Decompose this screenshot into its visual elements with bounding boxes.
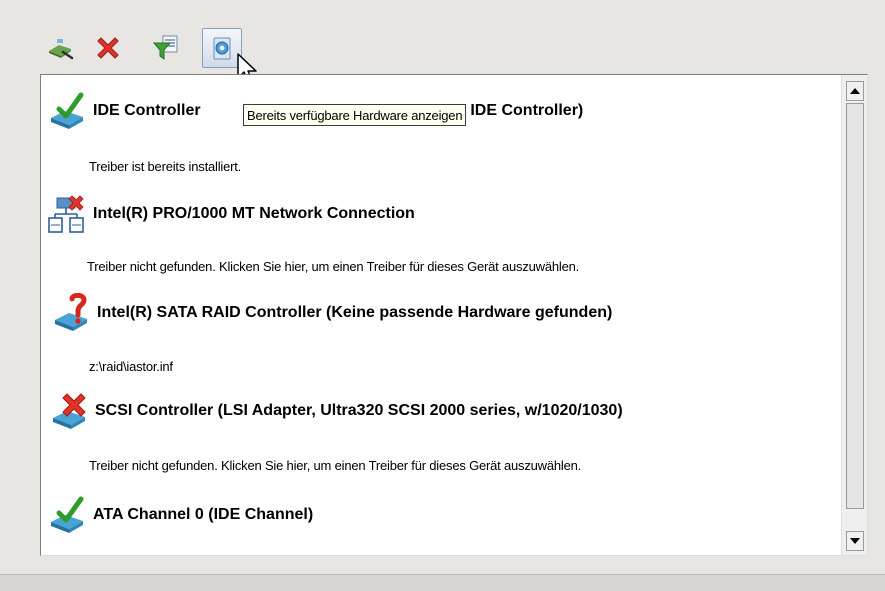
device-item[interactable]: Intel(R) PRO/1000 MT Network Connection bbox=[47, 194, 415, 234]
question-icon bbox=[55, 293, 87, 331]
device-title: SCSI Controller (LSI Adapter, Ultra320 S… bbox=[95, 402, 623, 419]
device-title: IDE Controller bbox=[93, 102, 201, 119]
device-item[interactable]: ATA Channel 0 (IDE Channel) bbox=[47, 495, 313, 535]
filter-button[interactable] bbox=[146, 28, 186, 68]
vertical-scrollbar[interactable] bbox=[841, 75, 867, 555]
arrow-up-icon bbox=[850, 88, 860, 94]
device-rows: IDE Controller ster IDE Controller) Trei… bbox=[41, 75, 841, 555]
scroll-up-button[interactable] bbox=[846, 81, 864, 101]
filter-icon bbox=[152, 35, 178, 60]
add-driver-icon bbox=[49, 39, 74, 60]
device-title: ATA Channel 0 (IDE Channel) bbox=[93, 506, 314, 523]
scroll-thumb[interactable] bbox=[846, 103, 864, 509]
red-x-icon bbox=[97, 37, 119, 59]
device-status-text[interactable]: Treiber nicht gefunden. Klicken Sie hier… bbox=[89, 458, 581, 473]
scroll-down-button[interactable] bbox=[846, 531, 864, 551]
bottom-divider bbox=[0, 574, 885, 591]
error-icon bbox=[53, 393, 86, 429]
device-list[interactable]: IDE Controller ster IDE Controller) Trei… bbox=[40, 74, 868, 556]
device-item[interactable]: Intel(R) SATA RAID Controller (Keine pas… bbox=[51, 293, 612, 333]
driver-path-text: z:\raid\iastor.inf bbox=[89, 359, 173, 374]
network-error-icon bbox=[48, 195, 84, 233]
tooltip: Bereits verfügbare Hardware anzeigen bbox=[243, 104, 467, 126]
check-icon bbox=[51, 92, 84, 129]
device-status-text[interactable]: Treiber nicht gefunden. Klicken Sie hier… bbox=[87, 259, 579, 274]
add-driver-button[interactable] bbox=[40, 28, 80, 68]
check-icon bbox=[51, 496, 84, 533]
device-title: Intel(R) PRO/1000 MT Network Connection bbox=[93, 205, 415, 222]
device-item[interactable]: SCSI Controller (LSI Adapter, Ultra320 S… bbox=[49, 391, 623, 431]
hardware-settings-icon bbox=[213, 37, 231, 60]
device-status-text: Treiber ist bereits installiert. bbox=[89, 159, 242, 174]
arrow-down-icon bbox=[850, 538, 860, 544]
device-title: Intel(R) SATA RAID Controller (Keine pas… bbox=[97, 304, 613, 321]
remove-button[interactable] bbox=[88, 28, 128, 68]
